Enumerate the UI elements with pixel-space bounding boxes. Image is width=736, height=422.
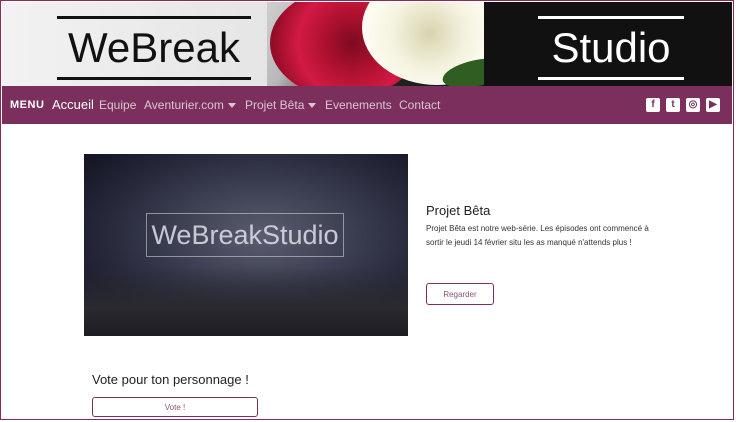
twitter-icon[interactable]: t — [666, 98, 680, 112]
projet-beta-image[interactable]: WeBreakStudio — [84, 154, 408, 336]
facebook-icon[interactable]: f — [646, 98, 660, 112]
vote-heading: Vote pour ton personnage ! — [92, 372, 249, 387]
nav-item-accueil[interactable]: Accueil — [52, 86, 94, 124]
chevron-down-icon — [308, 103, 317, 109]
youtube-icon[interactable]: ▶ — [706, 98, 720, 112]
nav-item-equipe[interactable]: Equipe — [99, 86, 136, 124]
nav-item-projet-beta[interactable]: Projet Bêta — [245, 86, 317, 124]
vote-button[interactable]: Vote ! — [92, 397, 258, 417]
nav-item-evenements[interactable]: Evenements — [325, 86, 392, 124]
menu-toggle[interactable]: MENU — [10, 86, 44, 124]
instagram-icon[interactable]: ◎ — [686, 98, 700, 112]
logo-studio[interactable]: Studio — [538, 16, 684, 80]
logo-webreak[interactable]: WeBreak — [57, 16, 251, 80]
header-banner: WeBreak Studio — [2, 2, 732, 86]
nav-item-aventurier[interactable]: Aventurier.com — [144, 86, 236, 124]
hero-floor-shade — [84, 266, 408, 336]
hero-logo-text: WeBreakStudio — [146, 213, 344, 257]
project-title: Projet Bêta — [426, 203, 491, 218]
project-description: Projet Bêta est notre web-série. Les épi… — [426, 224, 649, 247]
chevron-down-icon — [227, 103, 236, 109]
nav-item-aventurier-label: Aventurier.com — [144, 98, 224, 112]
nav-item-contact[interactable]: Contact — [399, 86, 440, 124]
main-navbar: MENU Accueil Equipe Aventurier.com Proje… — [2, 86, 732, 124]
watch-button[interactable]: Regarder — [426, 283, 494, 305]
nav-item-projet-beta-label: Projet Bêta — [245, 98, 305, 112]
